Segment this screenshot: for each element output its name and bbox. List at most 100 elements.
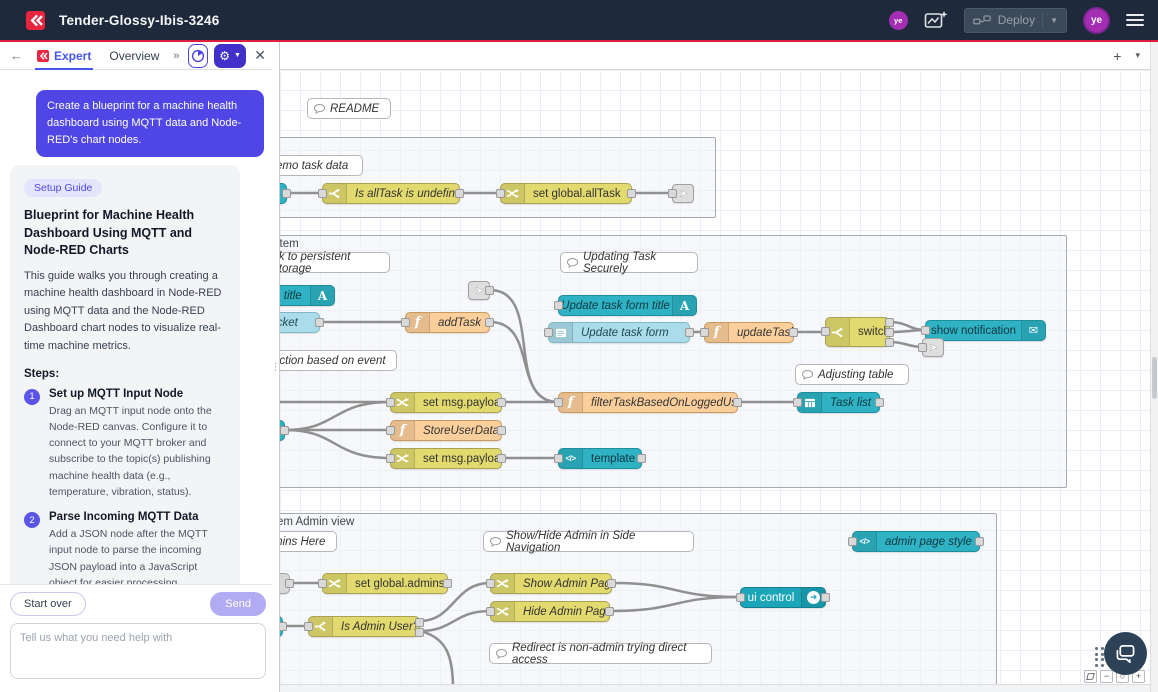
chat-scroll-area[interactable]: Create a blueprint for a machine health … <box>0 70 272 584</box>
node-ui-control[interactable]: ui control ➜ <box>740 587 826 608</box>
node-function-addtask[interactable]: f addTask <box>405 312 490 333</box>
node-clipped-gray[interactable] <box>280 573 290 594</box>
port-in[interactable] <box>736 593 745 602</box>
comment-showhide-admin[interactable]: Show/Hide Admin in Side Navigation <box>483 531 694 552</box>
more-tabs-icon[interactable]: » <box>171 50 181 62</box>
comment-readme[interactable]: README <box>307 98 391 119</box>
node-link-in[interactable] <box>468 281 490 300</box>
port-out[interactable] <box>607 579 616 588</box>
port-out[interactable] <box>637 454 646 463</box>
port-out[interactable] <box>455 189 464 198</box>
port-out[interactable] <box>885 338 894 347</box>
port-out[interactable] <box>415 618 424 627</box>
node-change-set-admins[interactable]: set global.admins <box>322 573 448 594</box>
node-change-set-payload-1[interactable]: set msg.payload <box>390 392 502 413</box>
port-out[interactable] <box>282 189 291 198</box>
port-out[interactable] <box>885 318 894 327</box>
comment-persistent-storage[interactable]: sk to persistent storage <box>280 252 390 273</box>
port-in[interactable] <box>318 579 327 588</box>
node-clipped-ui-event[interactable] <box>280 420 285 441</box>
port-out[interactable] <box>627 189 636 198</box>
node-ui-template[interactable]: </> template <box>558 448 642 469</box>
node-function-filtertask[interactable]: f filterTaskBasedOnLoggedUser <box>558 392 738 413</box>
avatar-user[interactable]: ye <box>1083 7 1110 34</box>
comment-redirect-nonadmin[interactable]: Redirect is non-admin trying direct acce… <box>489 643 712 664</box>
port-out[interactable] <box>821 593 830 602</box>
port-out[interactable] <box>485 318 494 327</box>
panel-resize-handle[interactable]: ⋮ <box>272 42 280 692</box>
pie-chart-button[interactable] <box>188 44 208 68</box>
node-ui-text-update-title[interactable]: Update task form title A <box>558 295 697 316</box>
deploy-button[interactable]: Deploy ▼ <box>964 8 1067 33</box>
horizontal-scrollbar[interactable] <box>280 684 1150 692</box>
send-button[interactable]: Send <box>210 592 266 616</box>
port-in[interactable] <box>668 189 677 198</box>
port-out[interactable] <box>443 579 452 588</box>
node-ui-table-tasklist[interactable]: Task list <box>797 392 880 413</box>
add-flow-button[interactable]: + <box>1113 48 1121 64</box>
start-over-button[interactable]: Start over <box>10 592 86 616</box>
port-out[interactable] <box>497 454 506 463</box>
port-out[interactable] <box>280 622 287 631</box>
node-change-show-admin[interactable]: Show Admin Page <box>490 573 612 594</box>
close-icon[interactable]: ✕ <box>254 47 266 64</box>
port-in[interactable] <box>700 328 709 337</box>
node-function-updatetask[interactable]: f updateTask <box>704 322 794 343</box>
back-arrow-icon[interactable]: ← <box>8 48 25 63</box>
port-in[interactable] <box>304 622 313 631</box>
node-link-out[interactable] <box>672 184 694 203</box>
port-out[interactable] <box>733 398 742 407</box>
tab-overview[interactable]: Overview <box>103 42 165 70</box>
port-out[interactable] <box>497 426 506 435</box>
port-out[interactable] <box>885 328 894 337</box>
port-out[interactable] <box>415 628 424 637</box>
port-out[interactable] <box>285 579 294 588</box>
port-in[interactable] <box>848 537 857 546</box>
node-change-set-alltask[interactable]: set global.allTask <box>500 183 632 204</box>
node-ui-form-update[interactable]: Update task form <box>548 322 690 343</box>
port-in[interactable] <box>318 189 327 198</box>
port-in[interactable] <box>793 398 802 407</box>
node-ui-template-adminstyle[interactable]: </> admin page style <box>852 531 980 552</box>
node-switch-alltask[interactable]: Is allTask is undefined <box>322 183 460 204</box>
flow-canvas[interactable]: ystem stem Admin view <box>280 70 1150 684</box>
port-in[interactable] <box>486 607 495 616</box>
node-function-storeuserdata[interactable]: f StoreUserData <box>390 420 502 441</box>
flow-list-button[interactable]: ▾ <box>1135 50 1140 61</box>
deploy-caret-icon[interactable]: ▼ <box>1042 13 1058 28</box>
port-in[interactable] <box>554 454 563 463</box>
port-out[interactable] <box>975 537 984 546</box>
port-in[interactable] <box>386 398 395 407</box>
node-clipped-ui-event2[interactable] <box>280 616 283 637</box>
node-ui-text-form-title[interactable]: m title A <box>280 285 335 306</box>
node-ui-toast-notification[interactable]: show notification ✉ <box>925 320 1046 341</box>
port-in[interactable] <box>401 318 410 327</box>
node-switch-is-admin[interactable]: Is Admin User? <box>308 616 420 637</box>
settings-dropdown-button[interactable]: ⚙ ▼ <box>214 44 246 68</box>
navigator-map-button[interactable] <box>1084 670 1097 683</box>
drag-handle-dots[interactable] <box>1095 647 1104 667</box>
comment-adjusting-table[interactable]: Adjusting table <box>795 364 909 385</box>
port-out[interactable] <box>875 398 884 407</box>
zoom-out-button[interactable]: − <box>1100 670 1113 683</box>
port-in[interactable] <box>821 327 830 336</box>
port-in[interactable] <box>921 326 930 335</box>
port-in[interactable] <box>544 328 553 337</box>
node-change-hide-admin[interactable]: Hide Admin Page <box>490 601 610 622</box>
node-clipped-inject[interactable] <box>280 183 287 204</box>
assistant-chat-button[interactable] <box>1104 632 1147 675</box>
node-link-out[interactable] <box>922 338 944 357</box>
comment-updating-task[interactable]: Updating Task Securely <box>560 252 698 273</box>
comment-action-on-event[interactable]: action based on event <box>280 350 397 371</box>
port-in[interactable] <box>386 454 395 463</box>
port-out[interactable] <box>485 286 494 295</box>
node-switch[interactable]: switch <box>825 317 890 347</box>
port-out[interactable] <box>789 328 798 337</box>
port-out[interactable] <box>685 328 694 337</box>
port-out[interactable] <box>280 426 289 435</box>
port-in[interactable] <box>918 343 927 352</box>
node-ticket-form[interactable]: ticket <box>280 312 320 333</box>
comment-demo-task-data[interactable]: emo task data <box>280 155 363 176</box>
node-change-set-payload-2[interactable]: set msg.payload <box>390 448 502 469</box>
port-in[interactable] <box>554 301 563 310</box>
